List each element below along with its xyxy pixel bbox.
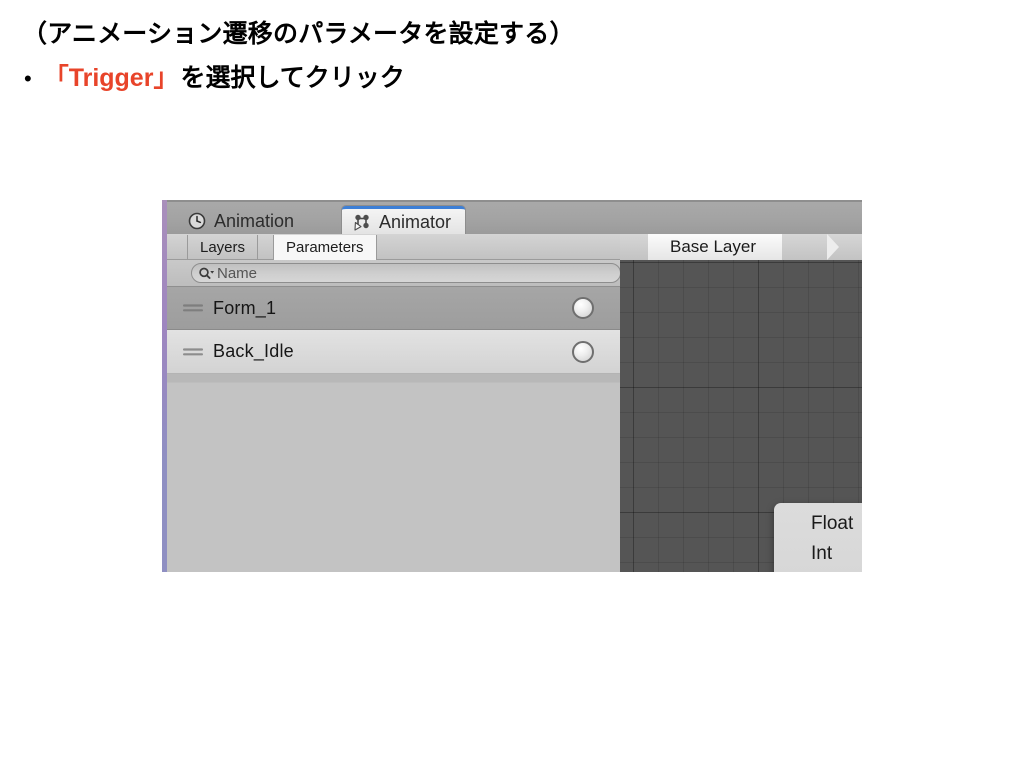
menu-item-bool[interactable]: Bool [774,569,862,572]
menu-item-label: Int [811,543,833,564]
editor-tab-bar: Animation Animator [167,200,862,236]
parameter-name: Back_Idle [213,341,294,361]
table-row[interactable]: Back_Idle [167,330,620,374]
tab-layers[interactable]: Layers [187,235,259,260]
search-icon [199,267,215,279]
menu-item-int[interactable]: Int [774,539,862,569]
parameter-name: Form_1 [213,297,277,318]
trigger-toggle-circle[interactable] [572,297,594,319]
tab-animation[interactable]: Animation [177,206,308,236]
tab-layers-label: Layers [200,239,246,256]
tab-parameters[interactable]: Parameters [273,235,377,260]
menu-item-float[interactable]: Float [774,509,862,539]
breadcrumb-label: Base Layer [670,237,756,256]
trigger-toggle-circle[interactable] [572,340,594,363]
tab-animator-label: Animator [379,212,452,232]
parameter-list-empty-area [167,382,620,572]
parameter-type-dropdown-menu: Float Int Bool Trigger [774,503,862,572]
animator-nodes-icon [354,214,369,231]
drag-handle-icon[interactable] [183,303,203,313]
tab-animation-label: Animation [214,210,295,231]
clock-icon [188,212,206,230]
breadcrumb[interactable]: Base Layer [648,234,782,260]
menu-item-label: Float [811,513,854,534]
page-title: （アニメーション遷移のパラメータを設定する） [22,20,575,48]
tab-animator[interactable]: Animator [342,206,466,236]
drag-handle-icon[interactable] [183,347,203,357]
search-placeholder: Name [217,264,258,282]
unity-animator-window: Animation Animator Layers Parameters Nam… [162,200,862,572]
bullet-marker: • [24,66,32,91]
table-row[interactable]: Form_1 [167,286,620,330]
bullet-line: • 「Trigger」 を選択してクリック [24,58,405,94]
tab-parameters-label: Parameters [286,239,364,256]
bullet-accent-text: 「Trigger」 [43,64,179,92]
search-input[interactable]: Name [191,263,621,283]
breadcrumb-arrow-icon [827,234,839,260]
bullet-rest-text: を選択してクリック [180,64,405,92]
layer-breadcrumb-bar: Base Layer [620,234,862,260]
parameter-list: Form_1 Back_Idle [167,286,620,374]
window-left-edge [162,200,167,572]
